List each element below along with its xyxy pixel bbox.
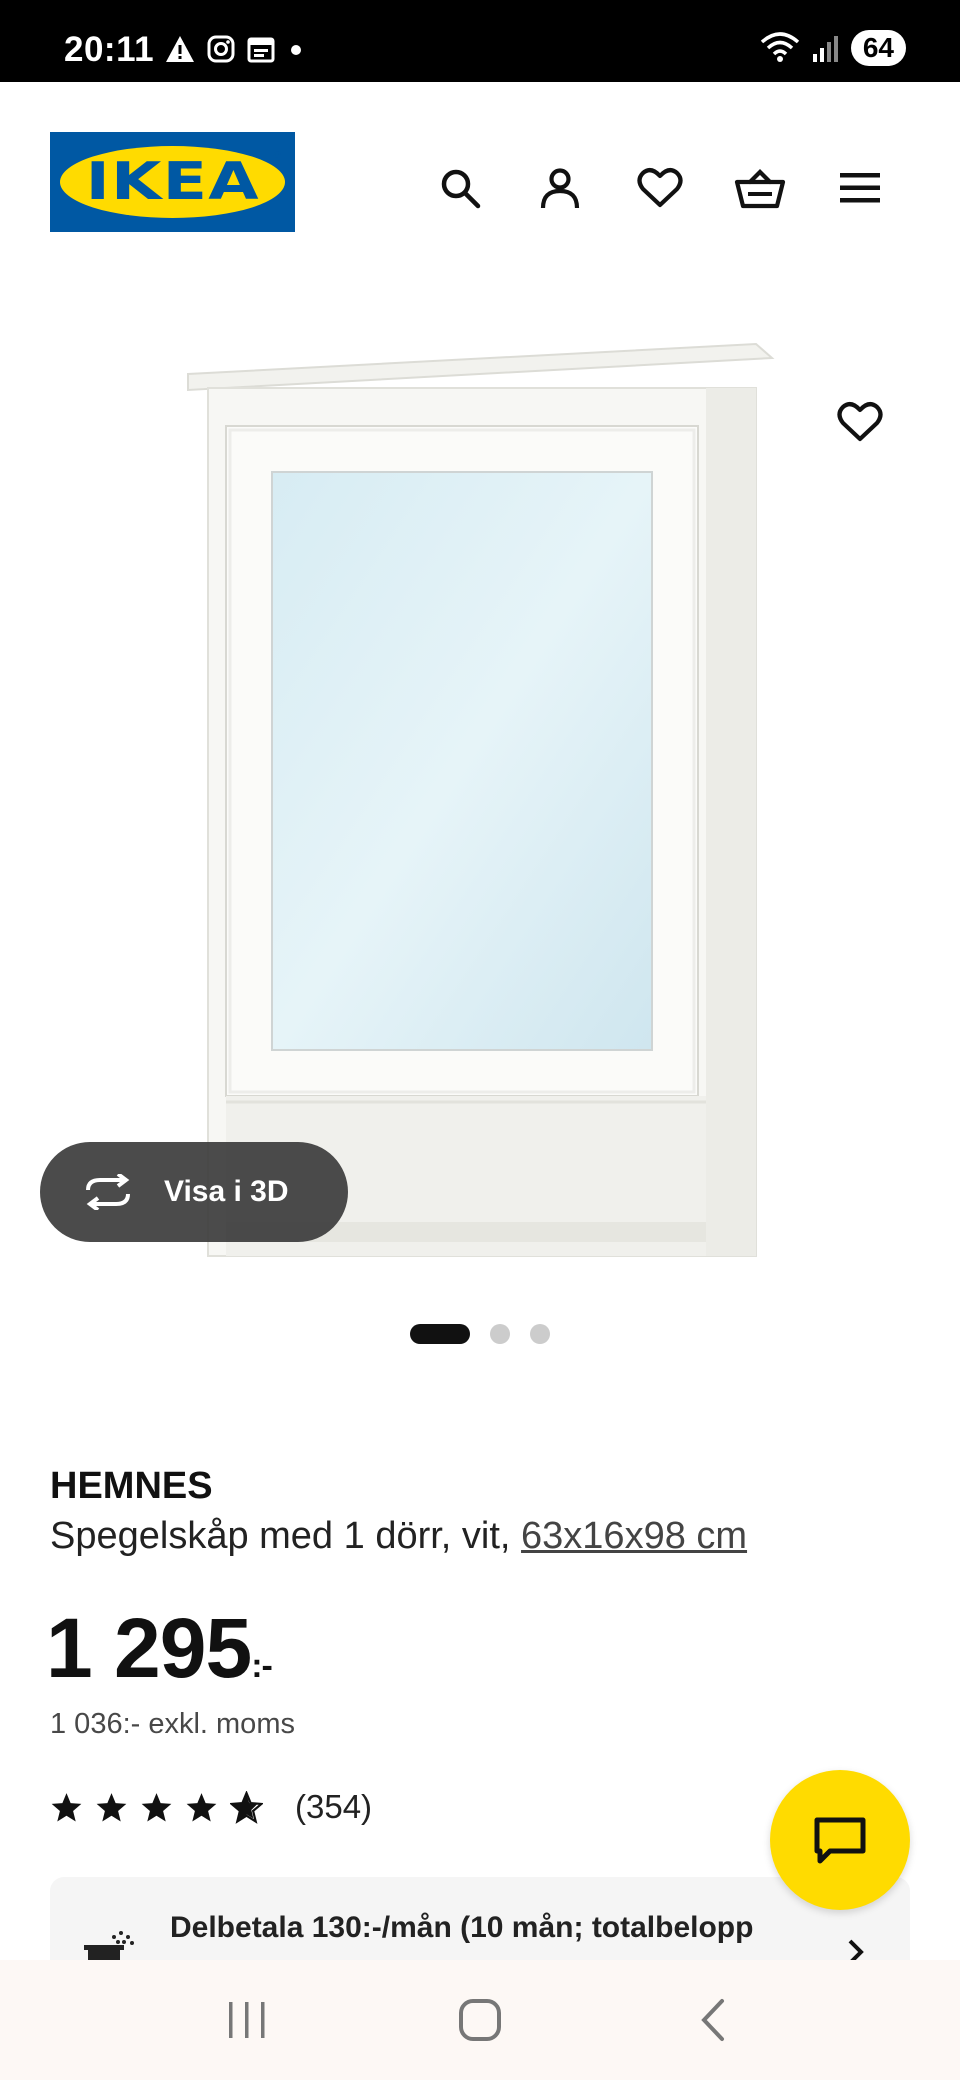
menu-icon bbox=[840, 173, 880, 203]
battery-indicator: 64 bbox=[850, 30, 906, 66]
back-button[interactable] bbox=[673, 1980, 753, 2060]
header-actions bbox=[0, 158, 960, 218]
product-name: HEMNES bbox=[50, 1465, 213, 1507]
product-price: 1 295:- bbox=[46, 1600, 273, 1697]
star-icon bbox=[96, 1792, 127, 1822]
product-description-text: Spegelskåp med 1 dörr, vit, bbox=[50, 1515, 522, 1557]
price-suffix: :- bbox=[251, 1647, 273, 1685]
price-value: 1 295 bbox=[46, 1601, 252, 1695]
menu-button[interactable] bbox=[830, 158, 890, 218]
status-system-icons: 64 bbox=[759, 30, 906, 66]
product-rating[interactable]: (354) bbox=[50, 1788, 372, 1826]
wifi-icon bbox=[760, 32, 800, 62]
product-gallery[interactable]: Visa i 3D bbox=[0, 242, 960, 1362]
calendar-icon bbox=[247, 37, 275, 63]
warning-icon bbox=[166, 36, 194, 62]
search-button[interactable] bbox=[430, 158, 490, 218]
chat-icon bbox=[814, 1817, 866, 1864]
recent-apps-button[interactable] bbox=[207, 1980, 287, 2060]
search-icon bbox=[441, 169, 481, 209]
signal-icon bbox=[812, 36, 838, 62]
installment-text: Delbetala 130:-/mån (10 mån; totalbelopp bbox=[170, 1911, 754, 1944]
dot-icon bbox=[291, 45, 301, 55]
heart-icon bbox=[837, 402, 883, 442]
favourites-button[interactable] bbox=[630, 158, 690, 218]
home-icon bbox=[458, 1999, 501, 2041]
price-excl-vat: 1 036:- exkl. moms bbox=[50, 1708, 295, 1740]
product-image[interactable] bbox=[186, 342, 776, 1262]
status-notification-icons bbox=[164, 34, 306, 64]
system-navigation-bar bbox=[0, 1960, 960, 2080]
account-icon bbox=[540, 168, 580, 209]
recent-apps-icon bbox=[228, 2002, 265, 2038]
back-icon bbox=[701, 1999, 725, 2041]
heart-icon bbox=[637, 168, 683, 208]
rotate-3d-icon bbox=[86, 1174, 130, 1210]
view-in-3d-label: Visa i 3D bbox=[164, 1175, 289, 1208]
rating-count: (354) bbox=[295, 1788, 373, 1825]
product-dimensions-link[interactable]: 63x16x98 cm bbox=[521, 1515, 747, 1557]
status-bar: 20:11 64 bbox=[0, 0, 960, 82]
account-button[interactable] bbox=[530, 158, 590, 218]
home-button[interactable] bbox=[440, 1980, 520, 2060]
site-header: IKEA ® bbox=[0, 82, 960, 242]
star-icon bbox=[141, 1792, 172, 1822]
add-to-favourites-button[interactable] bbox=[830, 392, 890, 452]
product-description: Spegelskåp med 1 dörr, vit, 63x16x98 cm bbox=[50, 1515, 747, 1558]
star-half-icon bbox=[230, 1790, 263, 1824]
instagram-icon bbox=[207, 35, 235, 63]
basket-button[interactable] bbox=[730, 158, 790, 218]
gallery-dot[interactable] bbox=[530, 1324, 550, 1344]
star-icon bbox=[51, 1792, 82, 1822]
chat-button[interactable] bbox=[770, 1770, 910, 1910]
status-time: 20:11 bbox=[64, 30, 155, 69]
star-icon bbox=[186, 1792, 217, 1822]
gallery-pagination bbox=[0, 1322, 960, 1346]
gallery-dot-active[interactable] bbox=[410, 1324, 470, 1344]
view-in-3d-button[interactable]: Visa i 3D bbox=[40, 1142, 348, 1242]
gallery-dot[interactable] bbox=[490, 1324, 510, 1344]
basket-icon bbox=[734, 169, 786, 209]
